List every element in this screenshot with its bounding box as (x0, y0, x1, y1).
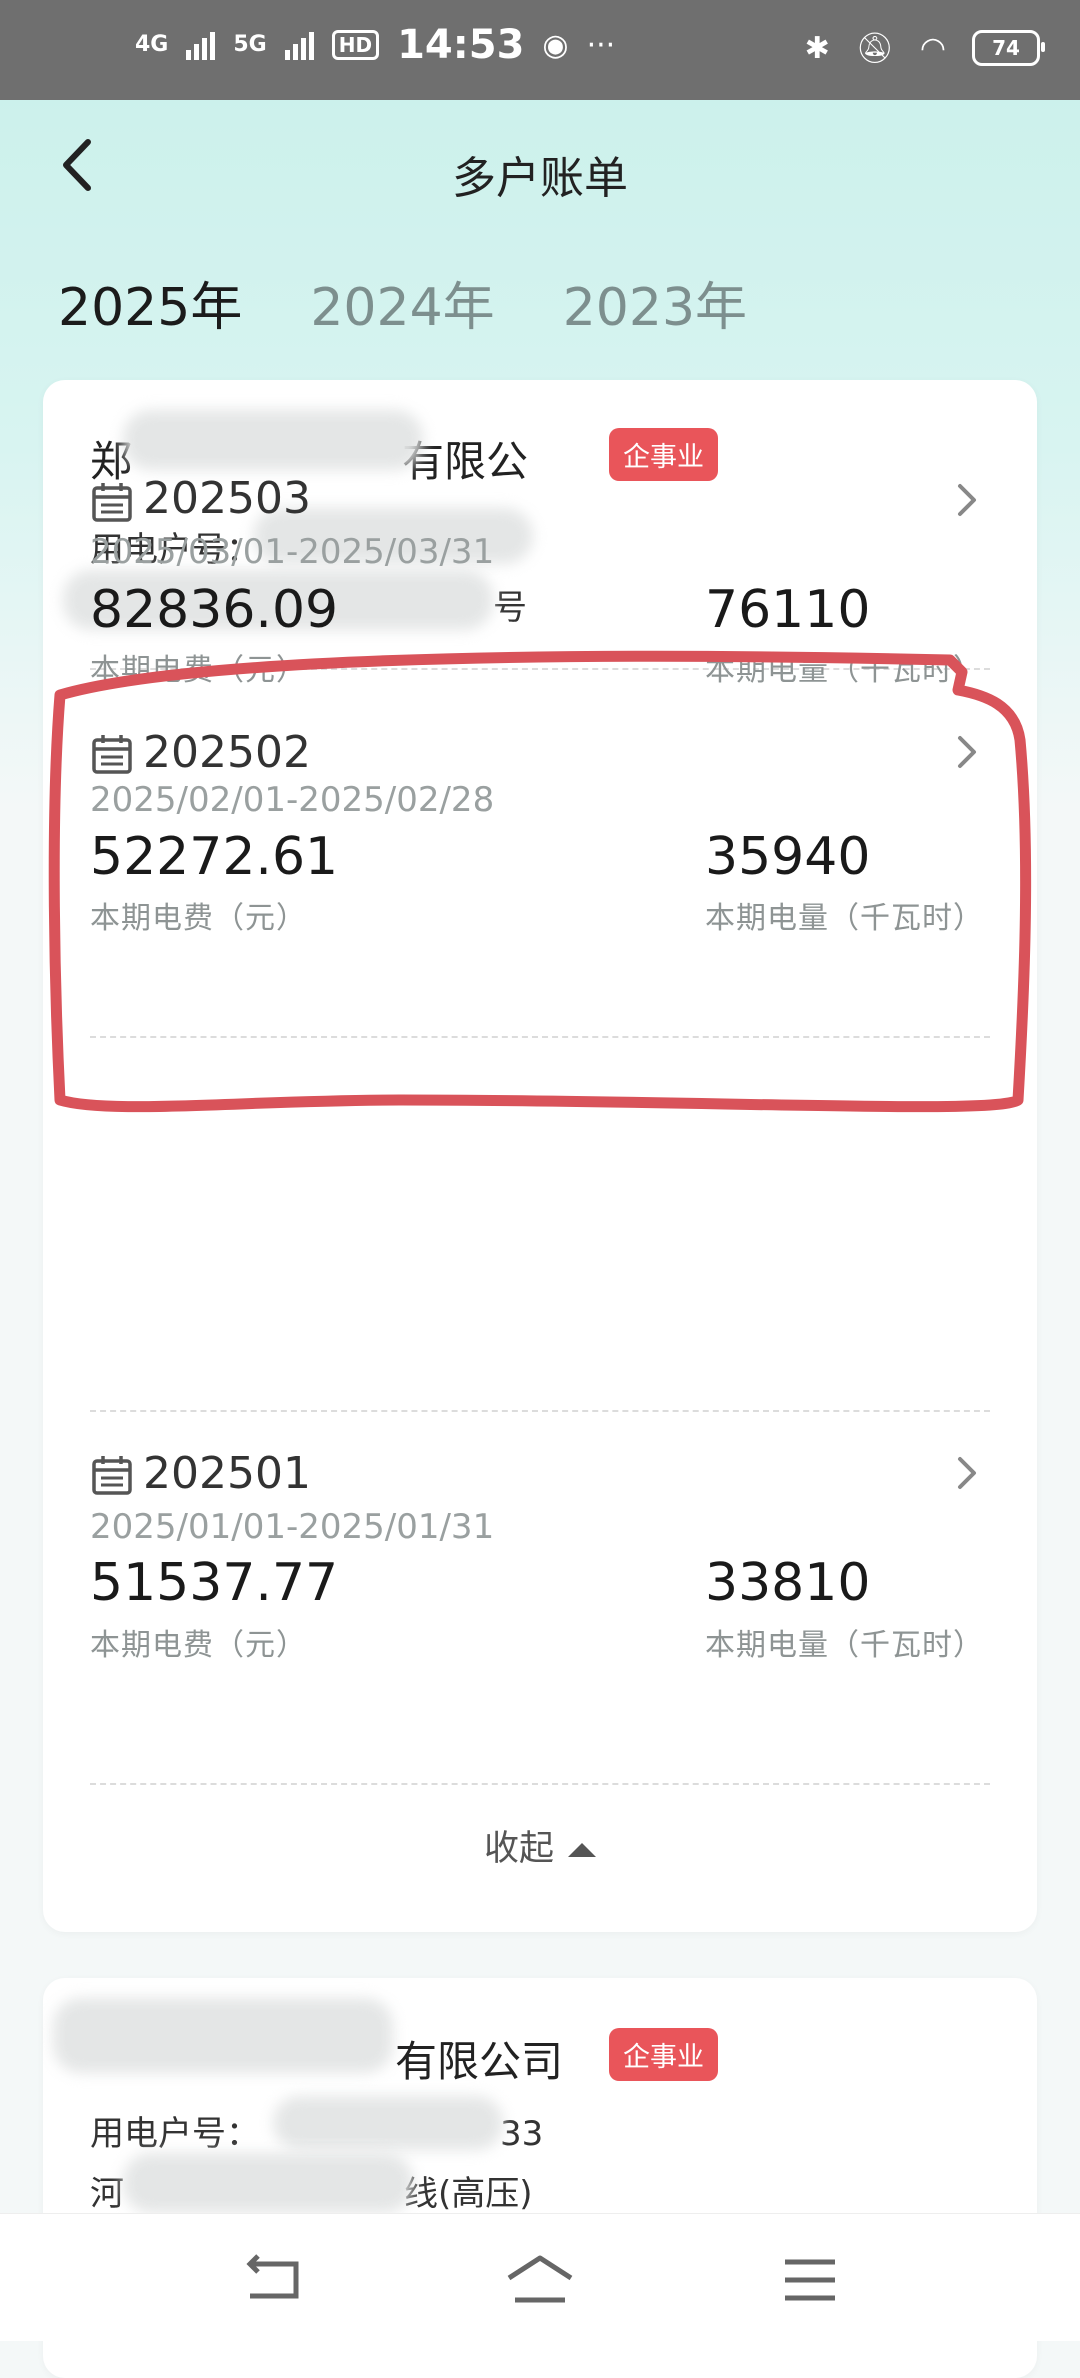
bill-fee-value: 52272.61 (90, 827, 339, 887)
bill-date-range: 2025/01/01-2025/01/31 (90, 1507, 495, 1547)
divider (90, 1410, 990, 1412)
signal-5g-label: 5G (233, 32, 267, 57)
bill-usage-value: 35940 (705, 827, 871, 887)
caret-up-icon (568, 1843, 596, 1857)
nav-bar: 多户账单 (0, 100, 1080, 230)
home-icon[interactable] (505, 2252, 575, 2308)
bluetooth-icon: ✱ (804, 30, 830, 66)
bill-usage-label: 本期电量（千瓦时） (705, 1628, 984, 1663)
mute-bell-icon: 🔕︎ (855, 30, 894, 66)
enterprise-badge: 企事业 (609, 2028, 718, 2081)
page-title: 多户账单 (452, 153, 628, 204)
wifi-icon: ◠ (919, 30, 946, 66)
divider (90, 1036, 990, 1038)
tab-2024[interactable]: 2024年 (310, 265, 494, 340)
status-time: 14:53 (397, 22, 525, 68)
battery-icon: 74 (972, 30, 1045, 66)
tab-2025[interactable]: 2025年 (58, 265, 242, 340)
chevron-right-icon[interactable] (952, 1453, 982, 1493)
year-tabs: 2025年 2024年 2023年 (58, 265, 747, 340)
redacted-blur (123, 2153, 413, 2213)
weibo-icon: ◉ (542, 27, 569, 63)
calendar-icon (92, 735, 132, 774)
calendar-icon (92, 1456, 132, 1495)
tab-2023[interactable]: 2023年 (563, 265, 747, 340)
bill-fee-value: 51537.77 (90, 1553, 339, 1613)
back-icon[interactable] (238, 2252, 308, 2308)
menu-icon[interactable] (775, 2252, 845, 2308)
redacted-blur (273, 2096, 503, 2150)
company-name: 有限公司 (395, 2037, 564, 2086)
system-nav-bar (0, 2213, 1080, 2341)
bill-fee-label: 本期电费（元） (90, 1628, 307, 1663)
status-bar: 4G 5G HD 14:53 ◉ ··· ✱ 🔕︎ ◠ 74 (0, 0, 1080, 100)
bill-usage-label: 本期电量（千瓦时） (705, 901, 984, 936)
bill-date-range: 2025/02/01-2025/02/28 (90, 780, 495, 820)
bill-period: 202501 (143, 1448, 311, 1499)
more-dots: ··· (586, 27, 616, 63)
divider (90, 1783, 990, 1785)
hd-icon: HD (331, 30, 380, 60)
collapse-button[interactable]: 收起 (43, 1820, 1037, 1871)
bill-fee-label: 本期电费（元） (90, 901, 307, 936)
signal-bars-icon (284, 30, 314, 60)
signal-4g-label: 4G (135, 32, 169, 57)
bill-usage-value: 33810 (705, 1553, 871, 1613)
chevron-right-icon[interactable] (952, 732, 982, 772)
signal-bars-icon (186, 30, 216, 60)
redacted-blur (53, 1998, 393, 2073)
bill-list: 202502 2025/02/01-2025/02/28 52272.61 本期… (43, 380, 1037, 1932)
bill-period: 202502 (143, 727, 311, 778)
